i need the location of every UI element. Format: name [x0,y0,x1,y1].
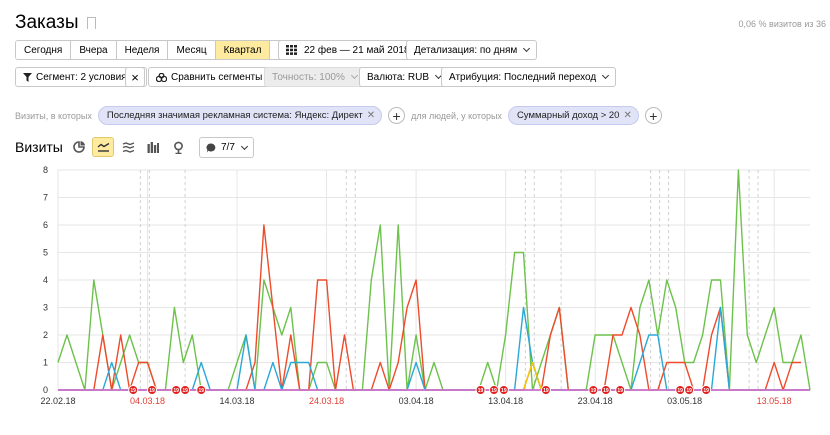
annotation-marker-text: 19 [591,388,597,394]
chart-type-bar[interactable] [142,137,164,157]
visits-prefix: Визиты, в которых [15,110,92,121]
visits-line-chart[interactable]: 0 1 2 3 4 5 6 7 8 22.02.18 04.03.18 14.03.18 24.03.1… [0,160,830,410]
period-tab[interactable]: Квартал [215,41,271,59]
y-tick-label: 4 [43,275,48,285]
annotation-marker-text: 19 [478,388,484,394]
map-pin-icon [173,141,183,154]
area-chart-icon [122,141,134,153]
compare-icon [156,72,167,82]
calendar-icon [286,45,297,55]
line-chart-icon [97,142,109,152]
filter-chip-label: Последняя значимая рекламная система: Ян… [106,110,363,121]
attribution-label: Атрибуция: Последний переход [449,71,597,83]
y-tick-label: 3 [43,303,48,313]
chevron-down-icon [602,71,610,80]
comment-icon [206,143,216,152]
date-range-label: 22 фев — 21 май 2018 [304,44,410,56]
segment-label: Сегмент: 2 условия [36,71,127,83]
y-tick-label: 0 [43,385,48,395]
detail-dropdown[interactable]: Детализация: по дням [406,40,538,60]
chart-type-pie[interactable] [68,137,90,157]
annotation-marker-text: 19 [130,388,136,394]
add-visit-condition-button[interactable]: + [388,107,406,124]
y-tick-label: 8 [43,165,48,175]
accuracy-dropdown: Точность: 100% [264,67,365,87]
date-range-button[interactable]: 22 фев — 21 май 2018 [278,40,418,60]
chart-metric-label: Визиты [15,139,63,155]
chart-notes-dropdown[interactable]: 7/7 [199,137,254,158]
annotation-marker-text: 19 [501,388,507,394]
bookmark-icon[interactable] [86,17,96,33]
annotation-marker-text: 19 [677,388,683,394]
x-tick-label: 13.04.18 [488,396,523,406]
series-line [58,306,810,391]
y-tick-label: 2 [43,330,48,340]
filter-icon [23,72,32,82]
series-line [58,361,810,391]
period-tab[interactable]: Сегодня [16,41,72,59]
chevron-down-icon [240,142,248,150]
y-tick-label: 1 [43,358,48,368]
x-tick-label: 24.03.18 [309,396,344,406]
x-tick-label: 13.05.18 [757,396,792,406]
chevron-down-icon [523,44,531,53]
visits-share-note: 0,06 % визитов из 36 [738,19,826,29]
chart-type-map[interactable] [167,137,189,157]
close-icon: × [131,69,139,85]
pie-chart-icon [73,141,85,153]
period-tabs: СегодняВчераНеделяМесяцКварталГод [15,40,304,60]
clear-segment-button[interactable]: × [125,67,145,87]
annotation-marker-text: 19 [686,388,692,394]
x-tick-label: 03.05.18 [667,396,702,406]
attribution-dropdown[interactable]: Атрибуция: Последний переход [441,67,617,87]
period-tab[interactable]: Месяц [168,41,216,59]
period-tab[interactable]: Вчера [71,41,117,59]
chart-type-area[interactable] [117,137,139,157]
notes-count: 7/7 [221,142,235,153]
annotation-marker-text: 19 [617,388,623,394]
annotation-marker-text: 19 [491,388,497,394]
compare-label: Сравнить сегменты [171,71,263,83]
close-icon[interactable]: ✕ [623,110,631,121]
x-tick-label: 22.02.18 [40,396,75,406]
segment-filters: Визиты, в которых Последняя значимая рек… [15,106,662,125]
annotation-marker-text: 19 [603,388,609,394]
detail-label: Детализация: по дням [414,44,518,56]
currency-label: Валюта: RUB [367,71,430,83]
compare-segments-button[interactable]: Сравнить сегменты [148,67,283,87]
add-people-condition-button[interactable]: + [644,107,662,124]
x-tick-label: 14.03.18 [220,396,255,406]
annotation-marker-text: 19 [703,388,709,394]
annotation-marker-text: 19 [173,388,179,394]
currency-dropdown[interactable]: Валюта: RUB [359,67,450,87]
bar-chart-icon [147,141,159,153]
filter-chip-ad-system[interactable]: Последняя значимая рекламная система: Ян… [97,106,383,125]
filter-chip-label: Суммарный доход > 20 [516,110,620,121]
y-tick-label: 6 [43,220,48,230]
page-title: Заказы [15,12,96,34]
chart-type-line[interactable] [92,137,114,157]
accuracy-label: Точность: 100% [272,71,345,83]
period-tab[interactable]: Неделя [116,41,169,59]
annotation-marker-text: 19 [198,388,204,394]
y-tick-label: 5 [43,248,48,258]
chevron-down-icon [350,71,358,80]
people-prefix: для людей, у которых [411,110,502,121]
annotation-marker-text: 19 [543,388,549,394]
annotation-marker-text: 19 [149,388,155,394]
x-tick-label: 23.04.18 [578,396,613,406]
x-tick-label: 04.03.18 [130,396,165,406]
filter-chip-revenue[interactable]: Суммарный доход > 20 ✕ [507,106,639,125]
annotation-marker-text: 19 [182,388,188,394]
page-title-text: Заказы [15,12,79,33]
y-tick-label: 7 [43,193,48,203]
close-icon[interactable]: ✕ [367,110,375,121]
x-tick-label: 03.04.18 [399,396,434,406]
